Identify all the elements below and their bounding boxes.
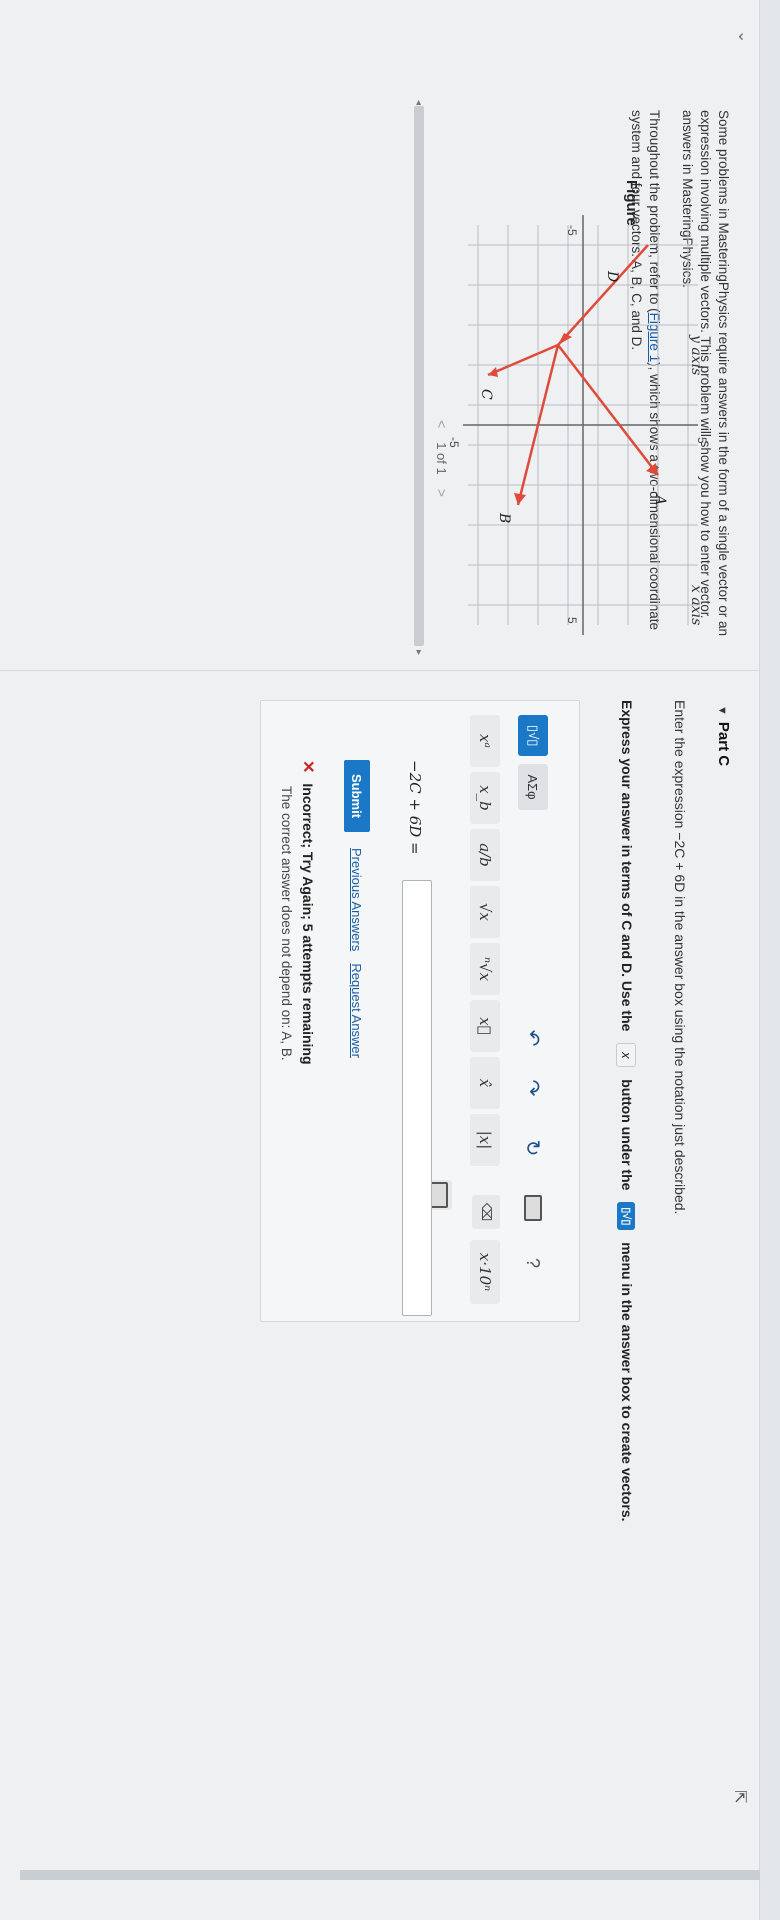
superscript-button[interactable]: xᵃ [470, 715, 500, 767]
part-c-instruction: Enter the expression −2C + 6D in the ans… [672, 700, 688, 1215]
express-post: menu in the answer box to create vectors… [619, 1242, 635, 1522]
column-divider [0, 670, 760, 671]
figure-scrollbar[interactable] [414, 106, 424, 646]
keyboard-toggle-shape [430, 1182, 448, 1208]
chevron-down-icon[interactable]: ⌄ [734, 30, 754, 43]
unit-vector-button[interactable]: x̂ [470, 1057, 500, 1109]
undo-icon[interactable]: ↶ [518, 1020, 548, 1056]
part-c-title: Part C [715, 721, 732, 767]
prev-figure-button[interactable]: < [434, 420, 450, 428]
vector-button[interactable]: x⃗ [470, 1000, 500, 1052]
answer-input[interactable] [402, 880, 432, 1316]
vector-d [557, 244, 649, 346]
express-mid: button under the [619, 1079, 635, 1191]
vector-figure: y axis x axis 5 -5 5 -5 A B C D [447, 215, 709, 635]
sci-notation-button[interactable]: x·10ⁿ [470, 1240, 500, 1304]
submit-button[interactable]: Submit [344, 760, 370, 832]
feedback-detail: The correct answer does not depend on: A… [279, 786, 294, 1061]
feedback-message: Incorrect; Try Again; 5 attempts remaini… [300, 783, 316, 1065]
part-c-express: Express your answer in terms of C and D.… [615, 700, 636, 1640]
help-icon[interactable]: ? [518, 1245, 548, 1281]
keyboard-icon[interactable] [518, 1190, 548, 1226]
sqrt-button[interactable]: √x [470, 886, 500, 938]
abs-button[interactable]: |x| [470, 1114, 500, 1166]
inline-template-icon: ▯√▯ [616, 1202, 635, 1231]
tick-label: 5 [695, 437, 709, 444]
page-stage: ⌄ Some problems in MasteringPhysics requ… [0, 0, 780, 1920]
vector-label-d: D [604, 270, 620, 282]
y-axis-label: y axis [688, 334, 704, 375]
vector-label-a: A [652, 493, 668, 505]
answer-label: −2C + 6D = [406, 760, 424, 855]
previous-answers-link[interactable]: Previous Answers [349, 848, 364, 951]
tick-label: 5 [565, 617, 579, 624]
figure-pager: < 1 of 1 > [434, 420, 450, 497]
answer-links: Previous Answers Request Answer [349, 848, 364, 1058]
template-menu-button[interactable]: ▯√▯ [518, 715, 548, 757]
fraction-button[interactable]: a/b [470, 829, 500, 881]
request-answer-link[interactable]: Request Answer [349, 963, 364, 1058]
part-c-header[interactable]: ▼ Part C [715, 705, 732, 766]
vector-c [487, 343, 559, 377]
keyboard-shape [524, 1195, 542, 1221]
feedback: ✕ Incorrect; Try Again; 5 attempts remain… [279, 760, 318, 1065]
page-bottom-bar [20, 1870, 760, 1880]
pager-text: 1 of 1 [434, 442, 450, 475]
reset-icon[interactable]: ↻ [518, 1130, 548, 1166]
scroll-right-icon[interactable]: ▸ [413, 650, 424, 655]
browser-top-bar [759, 0, 780, 1920]
mouse-pointer-icon: ⇱ [731, 1790, 748, 1804]
math-toolbar: ▯√▯ ΑΣφ [518, 715, 548, 810]
vector-label-b: B [496, 512, 512, 523]
arrowhead-a [646, 463, 658, 475]
greek-menu-button[interactable]: ΑΣφ [518, 764, 548, 810]
inline-vector-icon: x [615, 1043, 636, 1068]
next-figure-button[interactable]: > [434, 489, 450, 497]
x-axis-label: x axis [688, 585, 704, 625]
vector-label-c: C [478, 389, 494, 400]
redo-icon[interactable]: ↷ [518, 1070, 548, 1106]
scroll-left-icon[interactable]: ◂ [413, 100, 424, 105]
arrowhead-b [514, 493, 526, 505]
collapse-triangle-icon: ▼ [716, 705, 728, 716]
incorrect-icon: ✕ [299, 760, 316, 774]
subscript-button[interactable]: x_b [470, 772, 500, 824]
express-pre: Express your answer in terms of C and D.… [619, 700, 635, 1032]
tick-label: -5 [565, 225, 579, 236]
arrowhead-d [558, 333, 572, 345]
nth-root-button[interactable]: ⁿ√x [470, 943, 500, 995]
delete-icon[interactable]: ⌫ [472, 1195, 500, 1229]
